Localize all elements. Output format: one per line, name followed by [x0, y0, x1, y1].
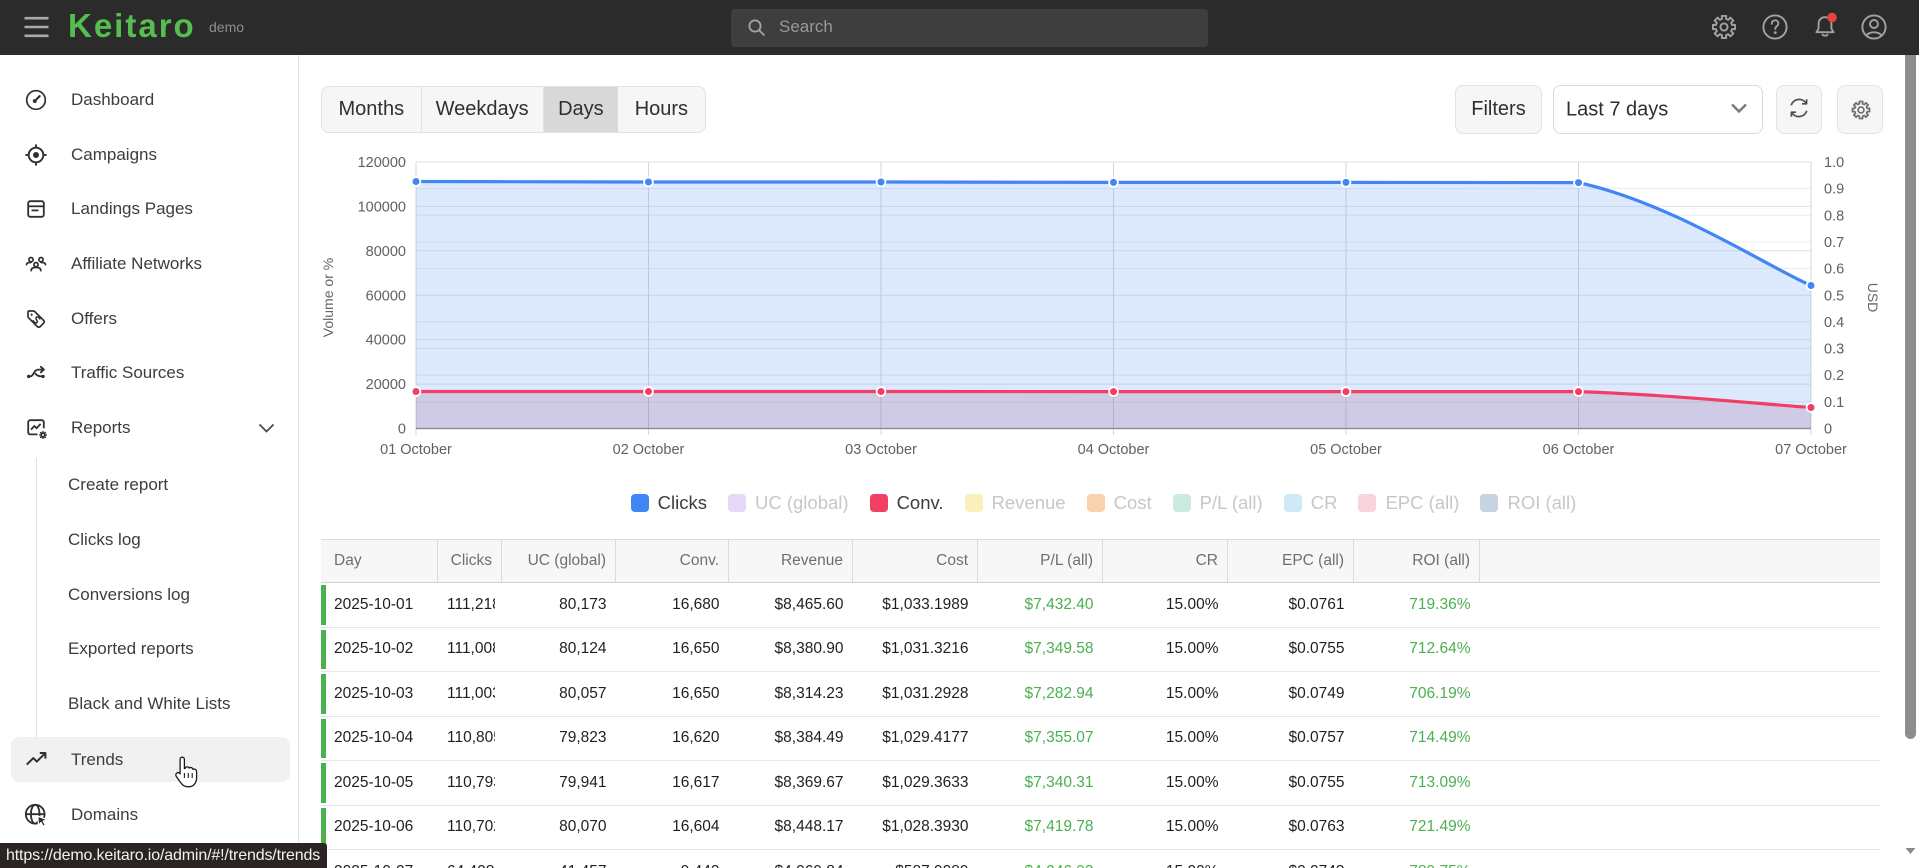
svg-text:1.0: 1.0	[1824, 155, 1844, 171]
svg-text:0.2: 0.2	[1824, 368, 1844, 384]
svg-text:60000: 60000	[366, 288, 406, 304]
svg-text:03 October: 03 October	[845, 442, 917, 458]
svg-text:120000: 120000	[358, 155, 406, 171]
svg-text:40000: 40000	[366, 333, 406, 349]
svg-text:0.8: 0.8	[1824, 208, 1844, 224]
svg-text:80000: 80000	[366, 244, 406, 260]
svg-text:04 October: 04 October	[1078, 442, 1150, 458]
svg-text:0.3: 0.3	[1824, 342, 1844, 358]
svg-text:07 October: 07 October	[1775, 442, 1847, 458]
svg-text:0.1: 0.1	[1824, 395, 1844, 411]
svg-text:0.4: 0.4	[1824, 315, 1844, 331]
svg-text:0.9: 0.9	[1824, 182, 1844, 198]
svg-text:02 October: 02 October	[613, 442, 685, 458]
svg-text:0: 0	[398, 422, 406, 438]
svg-text:0: 0	[1824, 422, 1832, 438]
svg-text:0.5: 0.5	[1824, 288, 1844, 304]
svg-text:0.7: 0.7	[1824, 235, 1844, 251]
svg-text:100000: 100000	[358, 199, 406, 215]
svg-text:Volume or %: Volume or %	[320, 258, 336, 337]
svg-text:05 October: 05 October	[1310, 442, 1382, 458]
svg-text:20000: 20000	[366, 377, 406, 393]
svg-text:0.6: 0.6	[1824, 262, 1844, 278]
svg-text:USD: USD	[1865, 283, 1881, 313]
svg-text:01 October: 01 October	[380, 442, 452, 458]
svg-text:06 October: 06 October	[1543, 442, 1615, 458]
